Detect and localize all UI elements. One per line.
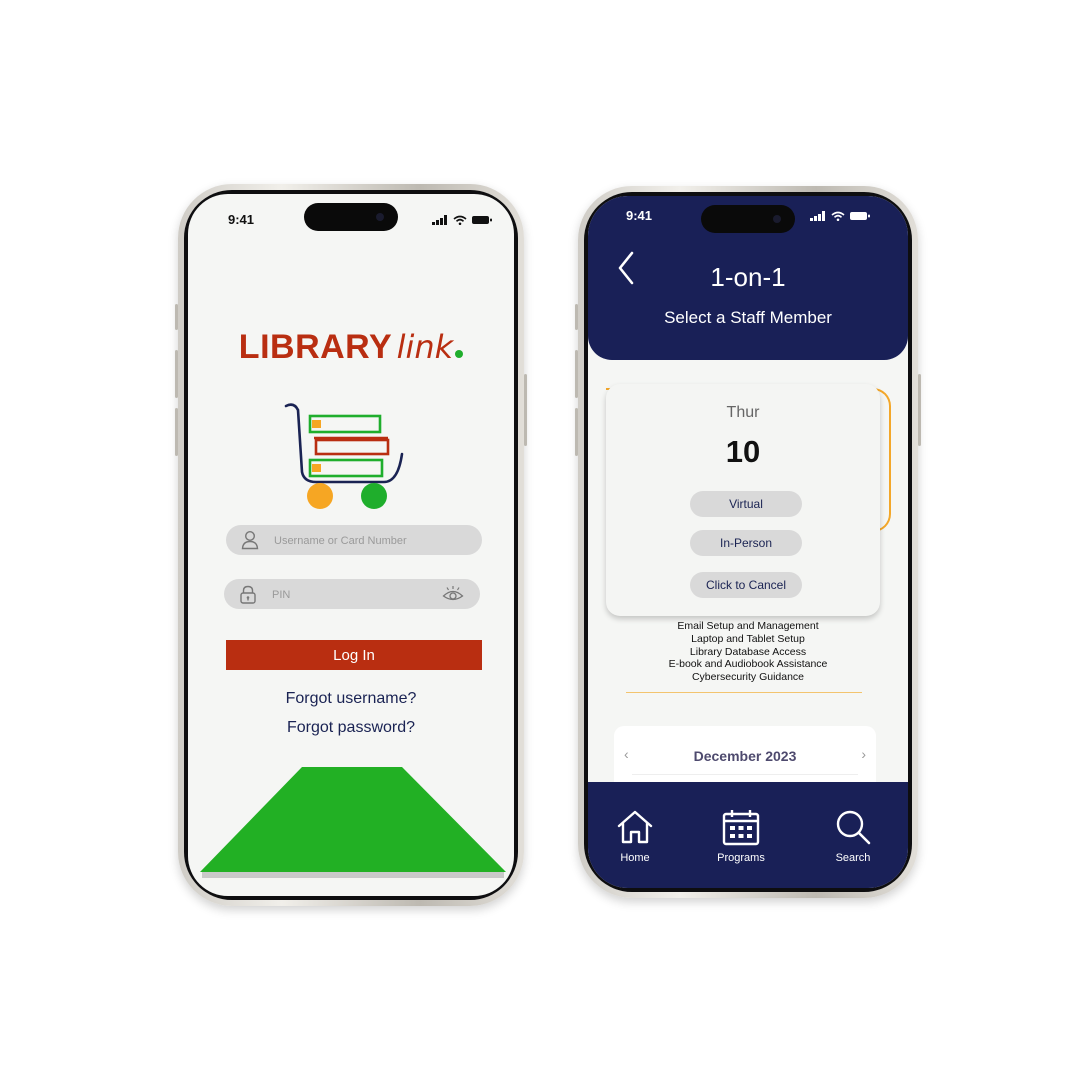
volume-down-button (575, 408, 578, 456)
status-icons (432, 215, 492, 225)
status-icons (810, 211, 870, 221)
user-icon (241, 530, 259, 550)
power-button (524, 374, 527, 446)
wifi-icon (453, 215, 467, 225)
volume-down-button (175, 408, 178, 456)
logo-dot (455, 350, 464, 358)
search-icon (836, 810, 871, 845)
volume-up-button (175, 350, 178, 398)
status-time: 9:41 (626, 208, 653, 223)
book-cart-icon (284, 403, 404, 509)
pin-field[interactable] (224, 579, 480, 611)
battery-icon (472, 216, 492, 224)
calendar-next-icon[interactable]: › (861, 746, 866, 762)
volume-up-button (575, 350, 578, 398)
page-title: 1-on-1 (710, 262, 786, 292)
nav-programs[interactable]: Programs (706, 808, 776, 864)
service-item: Laptop and Tablet Setup (691, 632, 805, 645)
divider (626, 692, 862, 693)
pin-input[interactable] (270, 579, 434, 611)
username-field[interactable] (226, 525, 482, 557)
service-item: Email Setup and Management (677, 620, 819, 632)
home-icon (617, 810, 653, 844)
signal-icon (432, 215, 447, 225)
power-button (918, 374, 921, 446)
forgot-username-link[interactable]: Forgot username? (188, 690, 514, 708)
logo-script: link (396, 328, 454, 366)
calendar-month: December 2023 (693, 748, 797, 764)
forgot-password-link[interactable]: Forgot password? (188, 719, 514, 737)
cancel-button[interactable]: Click to Cancel (690, 572, 802, 598)
eye-icon[interactable] (442, 585, 464, 603)
service-item: Library Database Access (689, 645, 807, 658)
signal-icon (810, 211, 825, 221)
calendar-divider (632, 774, 858, 775)
day-number: 10 (725, 434, 761, 469)
green-trapezoid-decoration (200, 767, 506, 878)
services-list: Email Setup and Management Laptop and Ta… (588, 620, 908, 684)
nav-search-label: Search (835, 852, 871, 864)
username-input[interactable] (272, 525, 436, 557)
action-button (175, 304, 178, 330)
login-phone: 9:41 LIBRARY link Username or Card Numbe… (175, 184, 527, 906)
login-screen: 9:41 LIBRARY link Username or Card Numbe… (188, 194, 514, 896)
login-button[interactable]: Log In (226, 640, 482, 670)
library-link-logo: LIBRARY link (188, 328, 514, 367)
battery-icon (850, 212, 870, 220)
service-item: E-book and Audiobook Assistance (668, 658, 828, 671)
bottom-nav: Home Programs Search (588, 782, 908, 888)
service-item: Cybersecurity Guidance (691, 671, 805, 684)
lock-icon (240, 585, 256, 604)
dynamic-island (701, 205, 795, 233)
nav-search[interactable]: Search (818, 808, 888, 864)
nav-home-label: Home (620, 852, 650, 864)
day-name: Thur (726, 404, 760, 421)
page-subtitle: Select a Staff Member (664, 308, 832, 327)
status-time: 9:41 (228, 212, 255, 227)
action-button (575, 304, 578, 330)
booking-screen: 9:41 1-on-1 Select a Staff Member Thur 1… (588, 196, 908, 888)
wifi-icon (831, 211, 845, 221)
nav-programs-label: Programs (717, 852, 765, 864)
nav-home[interactable]: Home (600, 808, 670, 864)
calendar-icon (722, 810, 760, 846)
appointment-popup: Thur 10 Virtual In-Person Click to Cance… (606, 384, 880, 616)
in-person-button[interactable]: In-Person (690, 530, 802, 556)
logo-word: LIBRARY (238, 328, 393, 366)
virtual-button[interactable]: Virtual (690, 491, 802, 517)
booking-phone: 9:41 1-on-1 Select a Staff Member Thur 1… (575, 186, 921, 898)
dynamic-island (304, 203, 398, 231)
